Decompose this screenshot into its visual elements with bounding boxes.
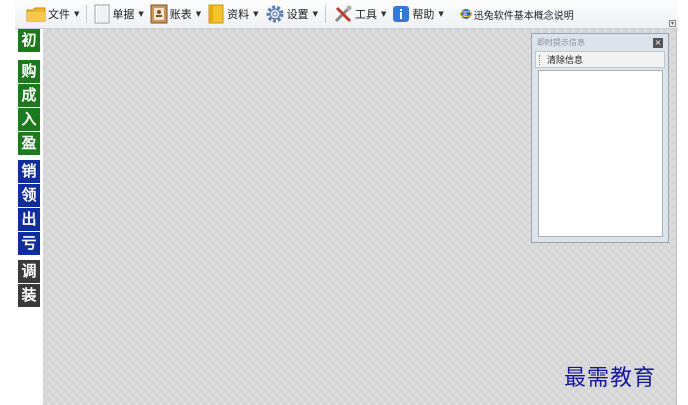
file-menu-label: 文件	[48, 8, 70, 21]
toolbar-separator	[324, 5, 326, 23]
help-menu-label: 帮助	[412, 8, 435, 21]
clear-messages-button[interactable]: 清除信息	[547, 53, 583, 66]
nav-button-stock-out[interactable]: 出	[18, 208, 40, 231]
help-menu[interactable]: 帮助 ▼	[389, 3, 446, 25]
data-menu[interactable]: 资料 ▼	[204, 3, 261, 25]
documents-menu[interactable]: 单据 ▼	[91, 3, 146, 25]
file-menu[interactable]: 文件 ▼	[23, 3, 82, 25]
nav-group-initial: 初	[18, 29, 43, 52]
settings-menu-label: 设置	[286, 8, 309, 21]
info-icon	[393, 6, 410, 22]
main-toolbar: 文件 ▼ 单据 ▼ 账表 ▼ 资料 ▼ 设置 ▼ 工具 ▼ 帮助 ▼ e 迅兔软…	[15, 0, 678, 29]
folder-icon	[26, 7, 46, 22]
concept-guide-link[interactable]: e 迅兔软件基本概念说明	[457, 3, 577, 25]
nav-button-stock-in[interactable]: 入	[18, 108, 40, 131]
left-module-nav: 初 购 成 入 盈 销 领 出 亏 调 装	[18, 29, 43, 312]
chevron-down-icon: ▼	[438, 10, 444, 18]
concept-guide-label: 迅兔软件基本概念说明	[473, 10, 574, 22]
nav-button-requisition[interactable]: 领	[18, 184, 40, 207]
settings-menu[interactable]: 设置 ▼	[262, 3, 321, 25]
nav-button-loss[interactable]: 亏	[18, 232, 40, 255]
resize-grip-icon[interactable]: ▾	[669, 20, 676, 27]
svg-text:e: e	[463, 12, 467, 19]
close-icon[interactable]: ×	[653, 38, 663, 48]
nav-button-transfer[interactable]: 调	[18, 260, 40, 283]
toolbar-separator	[86, 5, 88, 23]
chevron-down-icon: ▼	[253, 10, 259, 18]
data-menu-label: 资料	[227, 8, 250, 21]
ledger-icon	[150, 4, 168, 24]
chevron-down-icon: ▼	[74, 10, 80, 18]
nav-group-adjust: 调 装	[18, 260, 43, 307]
document-icon	[94, 4, 110, 24]
notice-message-area	[538, 70, 663, 237]
watermark-text: 最需教育	[564, 366, 657, 391]
panel-toolbar: 清除信息	[535, 51, 665, 68]
toolbar-grip-icon	[539, 54, 541, 65]
panel-title: 即时提示信息	[537, 38, 585, 47]
nav-button-surplus[interactable]: 盈	[18, 132, 40, 155]
nav-group-purchase: 购 成 入 盈	[18, 60, 43, 155]
tools-menu[interactable]: 工具 ▼	[330, 3, 389, 25]
documents-menu-label: 单据	[112, 8, 135, 21]
gear-icon	[266, 5, 284, 23]
ledger-menu-label: 账表	[169, 8, 192, 21]
ie-icon: e	[459, 9, 472, 19]
binder-icon	[208, 4, 224, 24]
nav-button-purchase[interactable]: 购	[18, 60, 40, 83]
chevron-down-icon: ▼	[312, 10, 318, 18]
tools-menu-label: 工具	[354, 8, 377, 21]
chevron-down-icon: ▼	[138, 10, 144, 18]
chevron-down-icon: ▼	[195, 10, 202, 18]
nav-button-sales[interactable]: 销	[18, 160, 40, 183]
ledger-menu[interactable]: 账表 ▼	[147, 3, 204, 25]
nav-group-sales: 销 领 出 亏	[18, 160, 43, 255]
tools-icon	[334, 5, 352, 23]
nav-button-assembly[interactable]: 装	[18, 284, 40, 307]
chevron-down-icon: ▼	[380, 10, 387, 18]
nav-button-initial[interactable]: 初	[18, 29, 40, 52]
window-right-border	[676, 29, 688, 405]
nav-button-production[interactable]: 成	[18, 84, 40, 107]
instant-notice-panel: 即时提示信息 × 清除信息	[531, 33, 669, 243]
